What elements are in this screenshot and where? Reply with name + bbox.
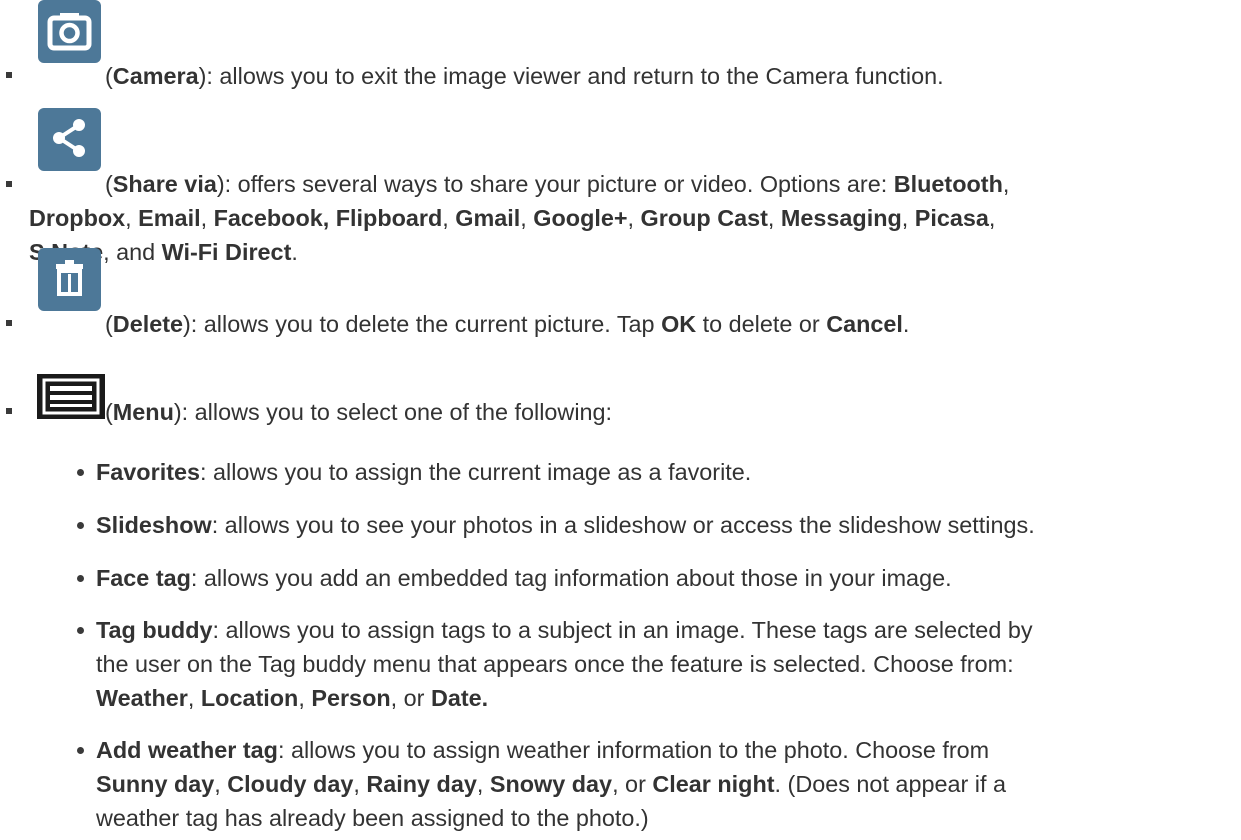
square-bullet [6, 320, 12, 326]
share-option: Bluetooth [893, 171, 1003, 197]
menu-icon [37, 374, 105, 419]
favorites-desc: : allows you to assign the current image… [200, 459, 752, 485]
weather-tag-text-line2: Sunny day, Cloudy day, Rainy day, Snowy … [96, 771, 1006, 797]
slideshow-text: Slideshow: allows you to see your photos… [96, 511, 1035, 539]
weather-tag-text-line1: Add weather tag: allows you to assign we… [96, 736, 989, 764]
dot-bullet [77, 575, 84, 582]
share-option: Picasa [914, 205, 989, 231]
weather-tag-text-line3: weather tag has already been assigned to… [96, 805, 649, 831]
face-tag-label: Face tag [96, 565, 191, 591]
camera-label: Camera [112, 63, 199, 89]
weather-choice: Rainy day [366, 771, 477, 797]
dot-bullet [77, 747, 84, 754]
tag-buddy-text-line1: Tag buddy: allows you to assign tags to … [96, 616, 1033, 644]
tag-buddy-text-line2: the user on the Tag buddy menu that appe… [96, 651, 1014, 677]
weather-tag-after: . (Does not appear if a [774, 771, 1006, 797]
delete-desc: ): allows you to delete the current pict… [183, 311, 662, 337]
tag-choice: Person [311, 685, 391, 711]
tag-choice: Weather [96, 685, 188, 711]
dot-bullet [77, 522, 84, 529]
slideshow-desc: : allows you to see your photos in a sli… [211, 512, 1035, 538]
square-bullet [6, 72, 12, 78]
weather-choice: Clear night [652, 771, 775, 797]
slideshow-label: Slideshow [96, 512, 212, 538]
share-icon [38, 108, 101, 171]
share-text-line2: Dropbox, Email, Facebook, Flipboard, Gma… [29, 205, 996, 231]
share-option: Messaging [780, 205, 902, 231]
menu-label: Menu [112, 399, 174, 425]
weather-choice: Cloudy day [227, 771, 354, 797]
delete-label: Delete [112, 311, 184, 337]
square-bullet [6, 408, 12, 414]
share-option: Wi-Fi Direct [161, 239, 292, 265]
share-text-line1: (Share via): offers several ways to shar… [105, 171, 1010, 197]
manual-page: (Camera): allows you to exit the image v… [0, 0, 1241, 840]
favorites-label: Favorites [96, 459, 201, 485]
square-bullet [6, 181, 12, 187]
tag-buddy-text-line3: Weather, Location, Person, or Date. [96, 685, 489, 711]
camera-icon [38, 0, 101, 63]
menu-desc: ): allows you to select one of the follo… [173, 399, 613, 425]
share-option: Google+ [533, 205, 628, 231]
delete-text: (Delete): allows you to delete the curre… [105, 311, 910, 337]
share-option: Dropbox [29, 205, 126, 231]
face-tag-desc: : allows you add an embedded tag informa… [190, 565, 952, 591]
face-tag-text: Face tag: allows you add an embedded tag… [96, 564, 952, 592]
camera-text: (Camera): allows you to exit the image v… [105, 63, 944, 89]
share-option: Group Cast [640, 205, 768, 231]
weather-choice: Sunny day [96, 771, 215, 797]
tag-buddy-desc: : allows you to assign tags to a subject… [212, 617, 1033, 643]
share-option: Email [138, 205, 201, 231]
ok-label: OK [661, 311, 697, 337]
share-label: Share via [112, 171, 217, 197]
weather-tag-label: Add weather tag [96, 737, 278, 763]
camera-desc: ): allows you to exit the image viewer a… [198, 63, 944, 89]
weather-choice: Snowy day [489, 771, 613, 797]
tag-buddy-label: Tag buddy [96, 617, 213, 643]
favorites-text: Favorites: allows you to assign the curr… [96, 458, 751, 486]
share-option: Gmail [455, 205, 521, 231]
trash-icon [38, 248, 101, 311]
cancel-label: Cancel [826, 311, 903, 337]
tag-choice: Date. [430, 685, 489, 711]
dot-bullet [77, 627, 84, 634]
share-option: Facebook, Flipboard [213, 205, 443, 231]
share-desc: ): offers several ways to share your pic… [216, 171, 894, 197]
delete-mid: to delete or [696, 311, 827, 337]
menu-text: (Menu): allows you to select one of the … [105, 399, 613, 425]
weather-tag-desc: : allows you to assign weather informati… [277, 737, 990, 763]
dot-bullet [77, 469, 84, 476]
tag-choice: Location [200, 685, 299, 711]
